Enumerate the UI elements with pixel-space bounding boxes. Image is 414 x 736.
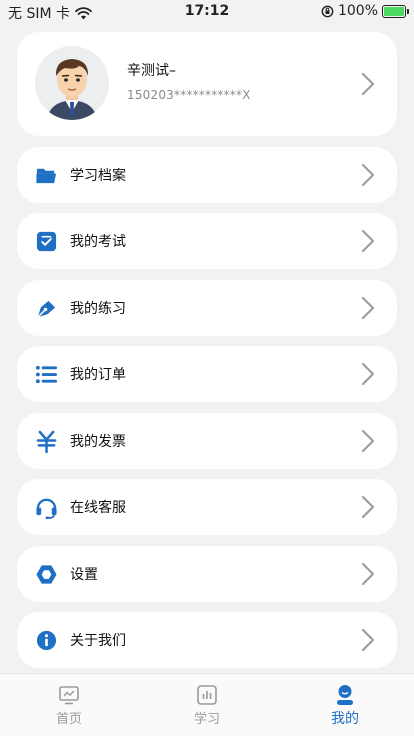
menu-item-settings[interactable]: 设置: [17, 546, 397, 602]
orientation-lock-icon: [321, 5, 334, 17]
menu-label: 在线客服: [70, 500, 126, 516]
menu-item-my-orders[interactable]: 我的订单: [17, 346, 397, 402]
menu-item-learning-records[interactable]: 学习档案: [17, 147, 397, 203]
headset-icon: [36, 498, 57, 519]
tab-study[interactable]: 学习: [138, 674, 276, 736]
tab-label: 首页: [55, 712, 82, 727]
avatar-illustration: [47, 59, 97, 120]
yuan-icon: [36, 430, 57, 453]
info-icon: [36, 630, 57, 651]
menu-item-my-invoices[interactable]: 我的发票: [17, 413, 397, 469]
battery-icon: [382, 4, 409, 18]
chevron-right-icon: [361, 72, 375, 96]
profile-card[interactable]: 辛测试– 150203***********X: [17, 32, 397, 136]
tab-home[interactable]: 首页: [0, 674, 138, 736]
folder-icon: [36, 168, 57, 184]
tab-label: 我的: [331, 711, 359, 727]
exam-check-icon: [36, 231, 57, 252]
battery-percent: 100%: [337, 3, 378, 19]
tab-mine[interactable]: 我的: [276, 674, 414, 736]
menu-item-online-service[interactable]: 在线客服: [17, 479, 397, 535]
chevron-right-icon: [361, 229, 375, 253]
menu-item-my-practice[interactable]: 我的练习: [17, 280, 397, 336]
menu-label: 我的发票: [70, 434, 126, 450]
status-bar: 无 SIM 卡 17:12 100%: [0, 0, 414, 24]
study-chart-icon: [197, 685, 217, 705]
chevron-right-icon: [361, 562, 375, 586]
home-monitor-icon: [59, 686, 79, 705]
list-icon: [35, 365, 58, 384]
menu-label: 我的订单: [70, 367, 126, 383]
avatar: [35, 46, 109, 120]
menu-label: 设置: [70, 567, 98, 583]
menu-label: 关于我们: [70, 633, 126, 649]
menu-label: 我的考试: [70, 234, 126, 250]
status-right: 100%: [321, 3, 409, 19]
menu-label: 学习档案: [70, 168, 126, 184]
profile-icon: [337, 685, 353, 705]
battery-level: [384, 6, 404, 16]
tab-label: 学习: [193, 712, 220, 727]
bottom-tab-bar: 首页 学习 我的: [0, 673, 414, 736]
menu-item-my-exams[interactable]: 我的考试: [17, 213, 397, 269]
profile-id-number: 150203***********X: [127, 88, 251, 102]
chevron-right-icon: [361, 362, 375, 386]
chevron-right-icon: [361, 495, 375, 519]
chevron-right-icon: [361, 628, 375, 652]
menu-label: 我的练习: [70, 301, 126, 317]
chevron-right-icon: [361, 296, 375, 320]
profile-name: 辛测试–: [127, 63, 176, 79]
menu-item-about-us[interactable]: 关于我们: [17, 612, 397, 668]
gear-hexagon-icon: [36, 565, 57, 584]
chevron-right-icon: [361, 429, 375, 453]
chevron-right-icon: [361, 163, 375, 187]
pen-nib-icon: [37, 300, 56, 318]
